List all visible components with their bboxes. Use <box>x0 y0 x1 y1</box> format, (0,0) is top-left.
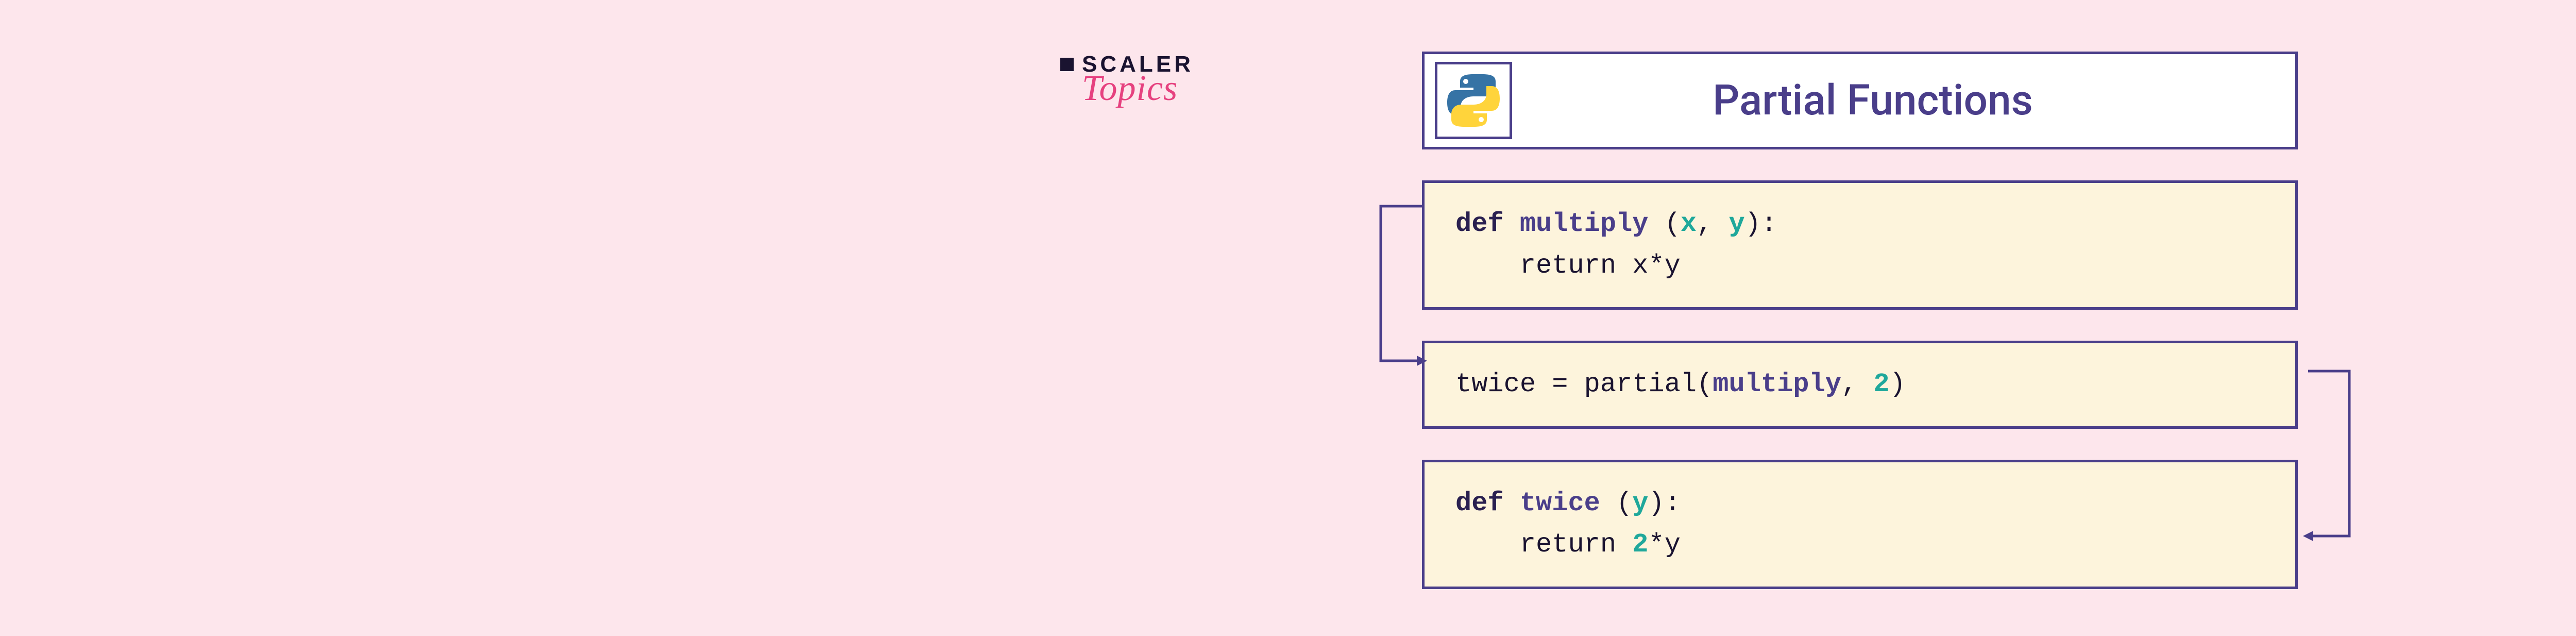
partial-fn: multiply <box>1713 369 1841 399</box>
keyword-def: def <box>1455 488 1504 518</box>
paren-close: ): <box>1745 209 1777 239</box>
keyword-def: def <box>1455 209 1504 239</box>
return-line: return x*y <box>1455 250 1681 281</box>
arrow-right <box>2298 350 2370 567</box>
paren-open: ( <box>1600 488 1632 518</box>
paren-open: ( <box>1648 209 1680 239</box>
paren-close: ): <box>1649 488 1681 518</box>
code-box-2: twice = partial(multiply, 2) <box>1422 341 2298 429</box>
comma: , <box>1697 209 1728 239</box>
code-box-3: def twice (y): return 2*y <box>1422 460 2298 589</box>
function-name: twice <box>1520 488 1600 518</box>
comma: , <box>1841 369 1873 399</box>
partial-end: ) <box>1890 369 1906 399</box>
brand-logo: SCALER Topics <box>1082 52 1194 109</box>
diagram-title: Partial Functions <box>1512 76 2295 125</box>
return-num: 2 <box>1632 529 1648 560</box>
function-name: multiply <box>1520 209 1649 239</box>
arrow-left <box>1360 186 1432 392</box>
arg-x: x <box>1681 209 1697 239</box>
python-icon <box>1435 62 1512 139</box>
code-box-1: def multiply (x, y): return x*y <box>1422 180 2298 310</box>
title-box: Partial Functions <box>1422 52 2298 149</box>
partial-num: 2 <box>1873 369 1889 399</box>
return-post: *y <box>1648 529 1680 560</box>
diagram: Partial Functions def multiply (x, y): r… <box>1422 52 2298 589</box>
partial-lhs: twice = partial( <box>1455 369 1713 399</box>
brand-line1: SCALER <box>1082 52 1194 77</box>
return-pre: return <box>1455 529 1632 560</box>
arg-y: y <box>1729 209 1745 239</box>
arg-y: y <box>1632 488 1648 518</box>
